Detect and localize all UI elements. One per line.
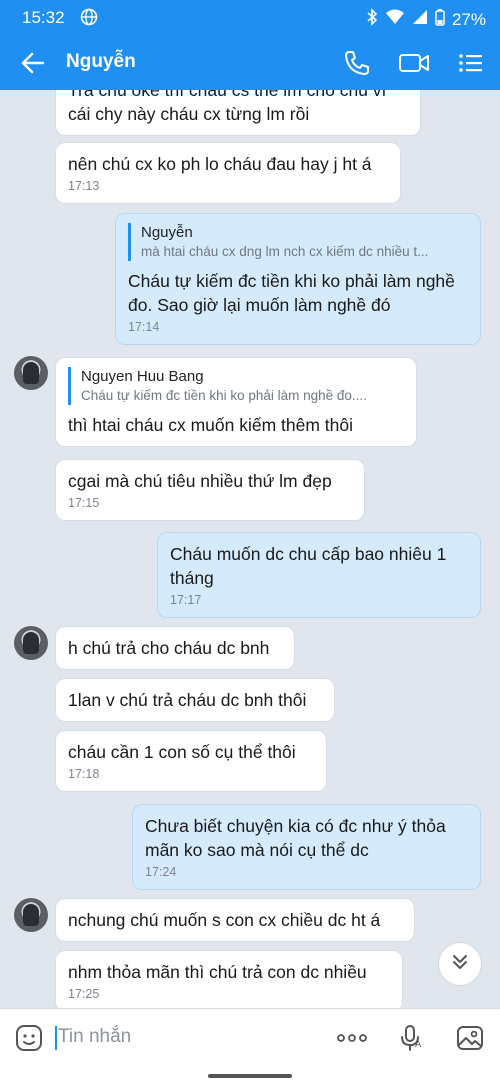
message-text: Trả chú oke thì cháu cs thể lm cho chú v… xyxy=(68,90,387,124)
contact-avatar[interactable] xyxy=(14,898,48,932)
message-text: cgai mà chú tiêu nhiều thứ lm đẹp xyxy=(68,471,332,491)
message-bubble-sent[interactable]: Chưa biết chuyện kia có đc như ý thỏa mã… xyxy=(132,804,481,890)
quoted-message[interactable]: Nguyễn mà htai cháu cx dng lm nch cx kiế… xyxy=(128,223,468,261)
message-time: 17:15 xyxy=(68,496,100,510)
message-text: Cháu muốn dc chu cấp bao nhiêu 1 tháng xyxy=(170,544,447,588)
message-text: h chú trả cho cháu dc bnh xyxy=(68,638,270,658)
message-bubble[interactable]: h chú trả cho cháu dc bnh xyxy=(55,626,295,670)
message-bubble[interactable]: Trả chú oke thì cháu cs thể lm cho chú v… xyxy=(55,90,421,136)
battery-icon xyxy=(435,8,445,31)
bluetooth-icon xyxy=(366,8,378,31)
phone-call-icon[interactable] xyxy=(342,48,372,78)
message-bubble[interactable]: Nguyen Huu Bang Cháu tự kiếm đc tiền khi… xyxy=(55,357,417,447)
message-bubble[interactable]: nchung chú muốn s con cx chiều dc ht á xyxy=(55,898,415,942)
message-text: nchung chú muốn s con cx chiều dc ht á xyxy=(68,910,381,930)
quote-text: mà htai cháu cx dng lm nch cx kiếm dc nh… xyxy=(141,244,429,259)
message-text: Cháu tự kiếm đc tiền khi ko phải làm ngh… xyxy=(128,271,455,315)
message-bubble[interactable]: 1lan v chú trả cháu dc bnh thôi xyxy=(55,678,335,722)
contact-avatar[interactable] xyxy=(14,356,48,390)
quote-author: Nguyễn xyxy=(141,224,193,241)
message-input[interactable]: Tin nhắn xyxy=(58,1026,131,1048)
more-options-icon[interactable] xyxy=(336,1023,367,1053)
double-chevron-down-icon xyxy=(449,951,471,978)
message-time: 17:13 xyxy=(68,179,100,193)
contact-avatar[interactable] xyxy=(14,626,48,660)
message-input-bar: Tin nhắn A xyxy=(0,1008,500,1068)
message-bubble[interactable]: cháu cần 1 con số cụ thể thôi 17:18 xyxy=(55,730,327,792)
message-text: nhm thỏa mãn thì chú trả con dc nhiều xyxy=(68,962,367,982)
message-text: nên chú cx ko ph lo cháu đau hay j ht á xyxy=(68,154,372,174)
back-arrow-icon[interactable] xyxy=(18,48,48,78)
quote-text: Cháu tự kiếm đc tiền khi ko phải làm ngh… xyxy=(81,388,367,403)
message-text: Chưa biết chuyện kia có đc như ý thỏa mã… xyxy=(145,816,446,860)
message-text: thì htai cháu cx muốn kiếm thêm thôi xyxy=(68,415,353,435)
message-bubble[interactable]: nên chú cx ko ph lo cháu đau hay j ht á … xyxy=(55,142,401,204)
message-bubble-sent[interactable]: Cháu muốn dc chu cấp bao nhiêu 1 tháng 1… xyxy=(157,532,481,618)
quoted-message[interactable]: Nguyen Huu Bang Cháu tự kiếm đc tiền khi… xyxy=(68,367,404,405)
voice-microphone-icon[interactable]: A xyxy=(396,1023,426,1053)
emoji-icon[interactable] xyxy=(14,1023,44,1053)
message-time: 17:24 xyxy=(145,865,177,879)
text-cursor xyxy=(55,1026,57,1050)
scroll-to-bottom-button[interactable] xyxy=(438,942,482,986)
message-time: 17:18 xyxy=(68,767,100,781)
image-gallery-icon[interactable] xyxy=(455,1023,485,1053)
svg-text:A: A xyxy=(415,1040,422,1050)
message-time: 17:14 xyxy=(128,320,160,334)
video-call-icon[interactable] xyxy=(398,48,429,78)
status-bar: 15:32 27% xyxy=(0,0,500,34)
globe-icon xyxy=(80,8,98,31)
chat-area[interactable]: Trả chú oke thì cháu cs thể lm cho chú v… xyxy=(0,90,500,1008)
contact-name[interactable]: Nguyễn xyxy=(66,51,136,73)
quote-author: Nguyen Huu Bang xyxy=(81,368,204,385)
message-time: 17:25 xyxy=(68,987,100,1001)
signal-icon xyxy=(412,9,428,30)
battery-level: 27% xyxy=(451,9,486,29)
message-bubble[interactable]: cgai mà chú tiêu nhiều thứ lm đẹp 17:15 xyxy=(55,459,365,521)
message-text: cháu cần 1 con số cụ thể thôi xyxy=(68,742,296,762)
message-bubble-sent[interactable]: Nguyễn mà htai cháu cx dng lm nch cx kiế… xyxy=(115,213,481,345)
status-time: 15:32 xyxy=(22,8,65,27)
message-time: 17:17 xyxy=(170,593,202,607)
message-text: 1lan v chú trả cháu dc bnh thôi xyxy=(68,690,307,710)
home-indicator[interactable] xyxy=(208,1074,292,1078)
chat-header: Nguyễn xyxy=(0,34,500,90)
wifi-icon xyxy=(385,9,405,30)
menu-list-icon[interactable] xyxy=(456,48,486,78)
message-bubble[interactable]: nhm thỏa mãn thì chú trả con dc nhiều 17… xyxy=(55,950,403,1008)
